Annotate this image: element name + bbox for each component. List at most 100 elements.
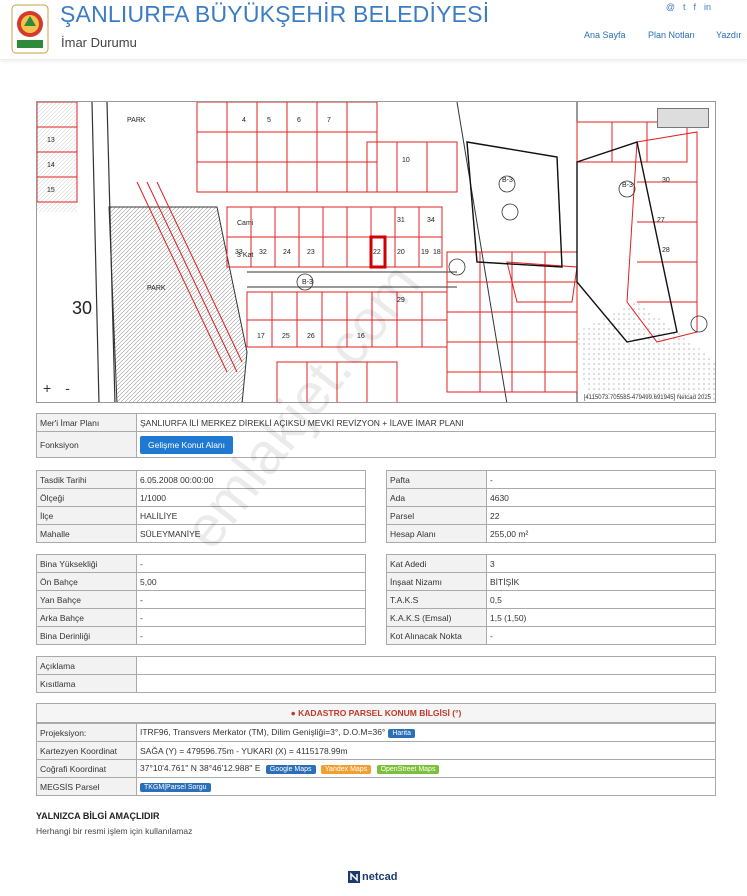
info-value: 6.05.2008 00:00:00 xyxy=(136,470,366,489)
info-label: Tasdik Tarihi xyxy=(36,470,137,489)
map-block-label: 26 xyxy=(307,333,315,340)
netcad-logo-icon xyxy=(348,871,360,883)
zoom-controls: + - xyxy=(43,380,70,396)
map-block-label: 20 xyxy=(397,249,405,256)
map-attribution: [4115073.705585-479499.691945] Netcad 20… xyxy=(581,395,713,401)
map-zone-label: B-3 xyxy=(302,279,313,286)
map-height-label: 30 xyxy=(72,298,92,318)
disclaimer-text: Herhangi bir resmi işlem için kullanılam… xyxy=(36,826,193,836)
plan-value: ŞANLIURFA İLİ MERKEZ DİREKLİ AÇIKSU MEVK… xyxy=(136,413,716,432)
svg-text:6: 6 xyxy=(297,117,301,124)
info-label: Pafta xyxy=(386,470,487,489)
kadastro-label: MEGSİS Parsel xyxy=(36,777,137,796)
function-button[interactable]: Gelişme Konut Alanı xyxy=(140,435,234,454)
map-block-label: 17 xyxy=(257,333,265,340)
map-park-label: PARK xyxy=(147,285,166,292)
twitter-icon[interactable]: t xyxy=(683,2,686,12)
map-block-label: 10 xyxy=(402,157,410,164)
kadastro-label: Projeksiyon: xyxy=(36,723,137,742)
facebook-icon[interactable]: f xyxy=(693,2,696,12)
social-links: @ t f in xyxy=(666,2,711,12)
map-block-label: 28 xyxy=(662,247,670,254)
build-value: - xyxy=(136,608,366,627)
map-block-label: 15 xyxy=(47,187,55,194)
svg-text:4: 4 xyxy=(242,117,246,124)
map-canvas[interactable]: 4567 33 32 24 23 22 20 19 18 31 34 29 30… xyxy=(37,102,716,403)
build-value: BİTİŞİK xyxy=(486,572,716,591)
build-value: - xyxy=(136,626,366,645)
info-label: Mahalle xyxy=(36,524,137,543)
kadastro-value: 37°10'4.761'' N 38°46'12.988'' E xyxy=(140,763,261,773)
build-value: - xyxy=(136,554,366,573)
build-label: Kat Adedi xyxy=(386,554,487,573)
map-block-label: 27 xyxy=(657,217,665,224)
note-value xyxy=(136,674,716,693)
kadastro-value: ITRF96, Transvers Merkator (TM), Dilim G… xyxy=(140,727,386,737)
map-block-label: 19 xyxy=(421,249,429,256)
map-block-label: 14 xyxy=(47,162,55,169)
nav-home[interactable]: Ana Sayfa xyxy=(584,30,626,40)
map-block-label: 31 xyxy=(397,217,405,224)
map-block-label: 16 xyxy=(357,333,365,340)
nav-plan-notes[interactable]: Plan Notları xyxy=(648,30,695,40)
build-label: Yan Bahçe xyxy=(36,590,137,609)
svg-text:7: 7 xyxy=(327,117,331,124)
map-block-label: 34 xyxy=(427,217,435,224)
kadastro-value: SAĞA (Y) = 479596.75m - YUKARI (X) = 411… xyxy=(136,741,716,760)
build-value: - xyxy=(486,626,716,645)
right-info-table: Pafta - Ada 4630 Parsel 22 Hesap Alanı 255,0… xyxy=(386,470,716,543)
map-block-label: 22 xyxy=(373,249,381,256)
linkedin-icon[interactable]: in xyxy=(704,2,711,12)
disclaimer-heading: YALNIZCA BİLGİ AMAÇLIDIR xyxy=(36,811,160,821)
plan-label: Mer'i İmar Planı xyxy=(36,413,137,432)
page-title: ŞANLIURFA BÜYÜKŞEHİR BELEDİYESİ xyxy=(60,1,490,27)
map-zone-label: B-3 xyxy=(622,182,633,189)
info-value: - xyxy=(486,470,716,489)
plan-table: Mer'i İmar Planı ŞANLIURFA İLİ MERKEZ Dİ… xyxy=(36,413,716,458)
build-value: 5,00 xyxy=(136,572,366,591)
info-label: Ada xyxy=(386,488,487,507)
map-block-label: 24 xyxy=(283,249,291,256)
note-label: Açıklama xyxy=(36,656,137,675)
info-label: Parsel xyxy=(386,506,487,525)
map-block-label: 13 xyxy=(47,137,55,144)
info-value: SÜLEYMANİYE xyxy=(136,524,366,543)
zoom-in-button[interactable]: + xyxy=(43,380,51,396)
info-label: Hesap Alanı xyxy=(386,524,487,543)
kadastro-label: Coğrafi Koordinat xyxy=(36,759,137,778)
page-header: ŞANLIURFA BÜYÜKŞEHİR BELEDİYESİ İmar Dur… xyxy=(0,0,747,60)
kadastro-label: Kartezyen Koordinat xyxy=(36,741,137,760)
nav-print[interactable]: Yazdır xyxy=(716,30,741,40)
build-label: İnşaat Nizamı xyxy=(386,572,487,591)
kadastro-title: ● KADASTRO PARSEL KONUM BİLGİSİ (°) xyxy=(36,703,716,723)
build-label: Bina Derinliği xyxy=(36,626,137,645)
info-label: İlçe xyxy=(36,506,137,525)
map-block-label: 30 xyxy=(662,177,670,184)
build-label: Bina Yüksekliği xyxy=(36,554,137,573)
page-subtitle: İmar Durumu xyxy=(61,35,137,50)
map-block-label: 23 xyxy=(307,249,315,256)
google-maps-button[interactable]: Google Maps xyxy=(265,765,316,774)
map-block-label: 25 xyxy=(282,333,290,340)
build-label: K.A.K.S (Emsal) xyxy=(386,608,487,627)
note-label: Kısıtlama xyxy=(36,674,137,693)
footer-brand[interactable]: netcad xyxy=(348,871,397,883)
zoom-out-button[interactable]: - xyxy=(65,380,70,396)
tkgm-parcel-button[interactable]: TKGM|Parsel Sorgu xyxy=(140,783,211,792)
email-icon[interactable]: @ xyxy=(666,2,675,12)
layer-switch-button[interactable] xyxy=(657,108,709,128)
parcel-map[interactable]: 4567 33 32 24 23 22 20 19 18 31 34 29 30… xyxy=(36,101,716,403)
svg-text:5: 5 xyxy=(267,117,271,124)
yandex-maps-button[interactable]: Yandex Maps xyxy=(320,765,372,774)
right-build-table: Kat Adedi 3 İnşaat Nizamı BİTİŞİK T.A.K.S 0… xyxy=(386,554,716,645)
build-label: Arka Bahçe xyxy=(36,608,137,627)
info-value: HALİLİYE xyxy=(136,506,366,525)
info-value: 1/1000 xyxy=(136,488,366,507)
info-value: 255,00 m² xyxy=(486,524,716,543)
map-block-label: 29 xyxy=(397,297,405,304)
harita-button[interactable]: Harita xyxy=(388,729,416,738)
kadastro-title-text: KADASTRO PARSEL KONUM BİLGİSİ (°) xyxy=(298,708,462,718)
build-value: 3 xyxy=(486,554,716,573)
openstreet-maps-button[interactable]: OpenStreet Maps xyxy=(376,765,440,774)
map-block-label: 18 xyxy=(433,249,441,256)
